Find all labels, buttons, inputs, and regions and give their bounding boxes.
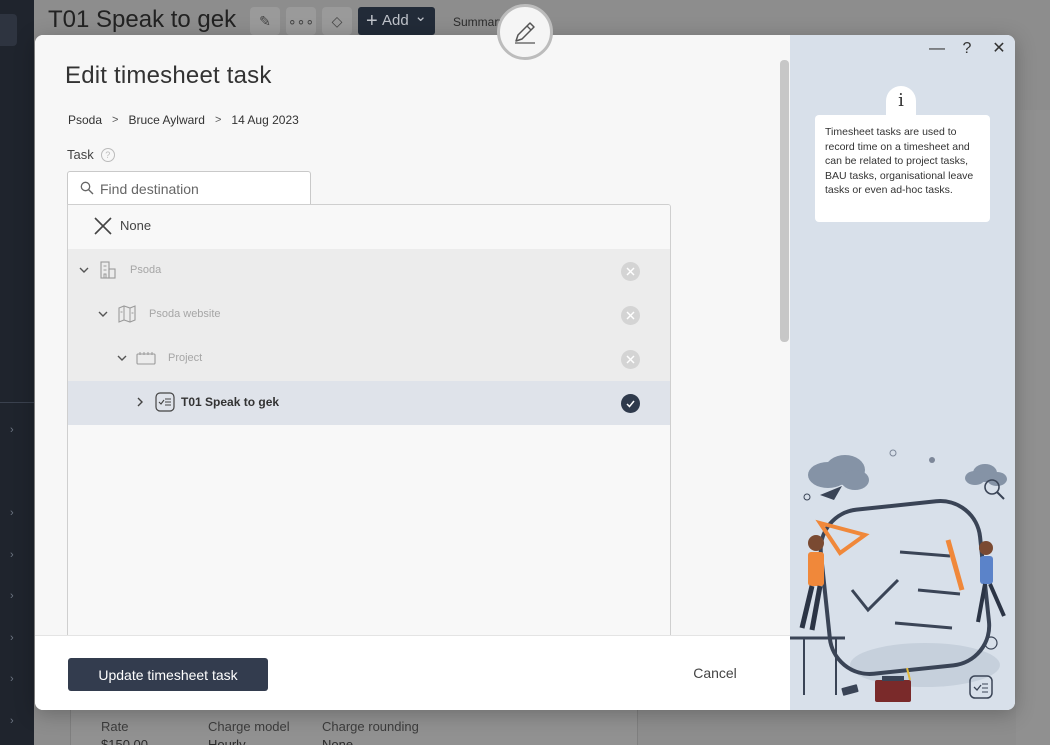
task-list-icon (155, 392, 175, 412)
chevron-right-icon[interactable]: › (10, 715, 22, 727)
deselect-icon[interactable] (621, 350, 640, 369)
charge-rounding-label: Charge rounding (322, 719, 419, 734)
chevron-right-icon: > (214, 114, 222, 126)
destination-search (67, 171, 311, 205)
more-options-button[interactable]: ∘∘∘ (286, 7, 316, 35)
close-button[interactable]: ✕ (989, 39, 1009, 59)
help-icon[interactable]: ? (100, 147, 115, 162)
nav-tab[interactable] (0, 14, 17, 46)
breadcrumb: Psoda > Bruce Aylward > 14 Aug 2023 (68, 113, 299, 127)
breadcrumb-item[interactable]: 14 Aug 2023 (231, 113, 298, 127)
building-icon (100, 261, 116, 279)
task-label-text: Task (67, 147, 94, 162)
charge-model-label: Charge model (208, 719, 290, 734)
update-timesheet-task-button[interactable]: Update timesheet task (68, 658, 268, 691)
deselect-icon[interactable] (621, 262, 640, 281)
minimize-button[interactable]: — (927, 39, 947, 59)
cancel-button[interactable]: Cancel (675, 662, 755, 684)
tree-row-psoda-website[interactable]: Psoda website (68, 293, 670, 337)
map-icon (118, 305, 136, 323)
dialog-title: Edit timesheet task (65, 62, 272, 89)
page-title: T01 Speak to gek (48, 6, 237, 33)
breadcrumb-item[interactable]: Bruce Aylward (128, 113, 204, 127)
help-button[interactable]: ? (957, 39, 977, 59)
chevron-right-icon[interactable]: › (10, 590, 22, 602)
tree-row-psoda[interactable]: Psoda (68, 249, 670, 293)
calendar-icon (136, 352, 156, 365)
charge-model-value: Hourly (208, 737, 246, 745)
none-label: None (120, 218, 152, 233)
dialog-footer: Update timesheet task Cancel (35, 635, 790, 710)
rate-value: $150.00 (101, 737, 148, 745)
chevron-down-icon[interactable] (116, 352, 128, 364)
pencil-icon (515, 22, 535, 44)
dialog-content: Edit timesheet task Psoda > Bruce Aylwar… (35, 35, 790, 636)
info-text: Timesheet tasks are used to record time … (815, 115, 990, 222)
tree-row-label: T01 Speak to gek (181, 395, 280, 409)
background-right-panel (1016, 110, 1050, 745)
task-field-label: Task ? (67, 147, 115, 162)
search-input[interactable] (100, 179, 300, 199)
chevron-down-icon[interactable] (78, 264, 90, 276)
chevron-down-icon[interactable] (97, 308, 109, 320)
close-icon (94, 217, 112, 235)
deselect-icon[interactable] (621, 306, 640, 325)
nav-divider (0, 402, 34, 403)
tree-row-t01-speak-to-gek[interactable]: T01 Speak to gek (68, 381, 670, 425)
dialog-scrollbar[interactable] (780, 60, 789, 342)
info-side-panel: — ? ✕ i Timesheet tasks are used to reco… (790, 35, 1015, 710)
chevron-right-icon[interactable]: › (10, 507, 22, 519)
rate-card: Rate Charge model Charge rounding $150.0… (70, 706, 638, 745)
charge-rounding-value: None (322, 737, 354, 745)
edit-timesheet-task-dialog: Edit timesheet task Psoda > Bruce Aylwar… (35, 35, 1015, 710)
tree-row-label: Psoda (130, 264, 162, 276)
add-button[interactable]: Add (358, 3, 435, 35)
info-icon: i (886, 86, 916, 116)
tree-row-project[interactable]: Project (68, 337, 670, 381)
chevron-right-icon[interactable]: › (10, 424, 22, 436)
breadcrumb-item[interactable]: Psoda (68, 113, 102, 127)
task-tree: None Psoda Psoda website Project T01 Spe… (67, 204, 671, 636)
timesheet-illustration (790, 449, 1007, 702)
chevron-right-icon[interactable]: › (10, 673, 22, 685)
left-nav-rail: › › › › › › › (0, 0, 34, 745)
tag-button[interactable]: ◇ (322, 7, 352, 35)
edit-tool-button[interactable]: ✎ (250, 7, 280, 35)
search-icon (80, 181, 94, 195)
chevron-right-icon: > (112, 114, 119, 126)
checkmark-icon[interactable] (621, 394, 640, 413)
chevron-right-icon[interactable]: › (10, 632, 22, 644)
chevron-right-icon[interactable]: › (10, 549, 22, 561)
edit-pencil-badge (497, 4, 553, 60)
tree-row-label: Project (168, 352, 203, 364)
tree-none-option[interactable]: None (68, 205, 670, 249)
tree-row-label: Psoda website (149, 308, 221, 320)
chevron-right-icon[interactable] (134, 396, 146, 408)
rate-label: Rate (101, 719, 129, 734)
